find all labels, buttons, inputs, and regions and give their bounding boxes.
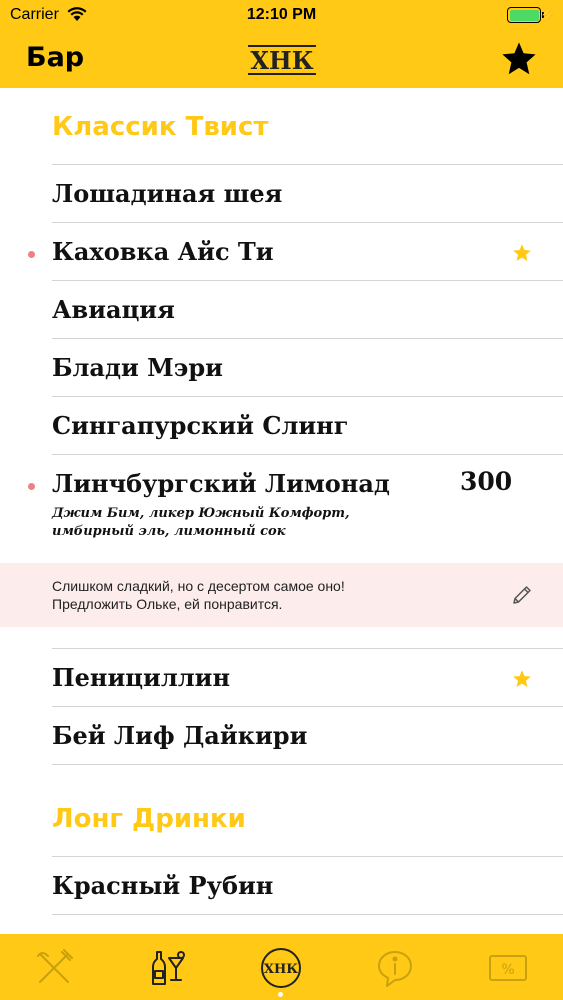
- logo-icon: ХНК: [248, 45, 316, 75]
- tab-kitchen[interactable]: [32, 946, 76, 990]
- logo-text: ХНК: [250, 46, 313, 75]
- item-name: Сингапурский Слинг: [52, 411, 349, 440]
- discount-icon: %: [489, 955, 527, 981]
- list-item[interactable]: Каховка Айс Ти: [28, 222, 563, 280]
- marked-dot: [28, 251, 35, 258]
- fork-knife-icon: [37, 949, 73, 983]
- item-note[interactable]: Слишком сладкий, но с десертом самое оно…: [0, 563, 563, 627]
- item-name: Лошадиная шея: [52, 179, 283, 208]
- section-title-classic-twist: Классик Твист: [52, 112, 269, 142]
- list-item[interactable]: Сингапурский Слинг: [52, 396, 563, 454]
- section-title-long-drinks: Лонг Дринки: [52, 804, 246, 834]
- list-item[interactable]: Лошадиная шея: [52, 164, 563, 222]
- page-title: Бар: [26, 42, 85, 73]
- bar-bottles-icon: [152, 951, 185, 985]
- item-price: 300: [460, 467, 513, 496]
- item-description-line: Джим Бим, ликер Южный Комфорт,: [52, 506, 350, 521]
- pencil-icon[interactable]: [510, 583, 534, 607]
- list-item[interactable]: Бл­ади Мэри: [52, 338, 563, 396]
- list-item[interactable]: Красный Рубин: [52, 856, 563, 914]
- item-description-line: имбирный эль, лимонный сок: [52, 524, 286, 539]
- item-name: Красный Рубин: [52, 871, 274, 900]
- favorite-star-icon: [513, 670, 531, 687]
- row-divider: [52, 764, 563, 765]
- info-bubble-icon: [378, 951, 412, 987]
- menu-list[interactable]: Классик Твист Лошадиная шея Каховка Айс …: [0, 88, 563, 934]
- note-line: Предложить Ольке, ей понравится.: [52, 596, 283, 612]
- list-item[interactable]: Пенициллин: [52, 648, 563, 706]
- item-name: Бей Лиф Дайкири: [52, 721, 308, 750]
- status-time: 12:10 PM: [246, 6, 317, 23]
- tab-discounts[interactable]: %: [486, 946, 530, 990]
- favorite-star-icon: [513, 244, 531, 261]
- item-name: Авиация: [52, 295, 175, 324]
- note-line: Слишком сладкий, но с десертом самое оно…: [52, 578, 345, 594]
- tab-home[interactable]: ХНК: [259, 946, 303, 990]
- status-bar: Carrier 12:10 PM ⚡: [0, 0, 563, 30]
- favorites-star-icon[interactable]: [500, 40, 538, 78]
- header: Carrier 12:10 PM ⚡ Бар ХНК: [0, 0, 563, 88]
- svg-text:%: %: [501, 962, 514, 978]
- list-item[interactable]: Бей Лиф Дайкири: [52, 706, 563, 764]
- charging-icon: ⚡: [539, 6, 557, 22]
- row-divider: [52, 914, 563, 915]
- note-text: Слишком сладкий, но с десертом самое оно…: [52, 577, 345, 613]
- marked-dot: [28, 483, 35, 490]
- active-tab-indicator: [278, 992, 283, 997]
- item-name: Каховка Айс Ти: [52, 237, 274, 266]
- tab-bar-drinks[interactable]: [145, 946, 189, 990]
- item-description: Джим Бим, ликер Южный Комфорт, имбирный …: [52, 505, 350, 541]
- tab-info[interactable]: [373, 946, 417, 990]
- list-item-expanded[interactable]: Линчбургский Лимонад 300 Джим Бим, ликер…: [28, 454, 563, 564]
- item-name: Линчбургский Лимонад: [52, 469, 390, 498]
- item-name: Бл­ади Мэри: [52, 353, 223, 382]
- battery-icon: [507, 7, 541, 23]
- tab-bar: ХНК %: [0, 934, 563, 1000]
- logo-tab-icon: ХНК: [261, 948, 301, 988]
- list-item[interactable]: Авиация: [52, 280, 563, 338]
- logo-tab-text: ХНК: [264, 962, 298, 977]
- item-name: Пенициллин: [52, 663, 231, 692]
